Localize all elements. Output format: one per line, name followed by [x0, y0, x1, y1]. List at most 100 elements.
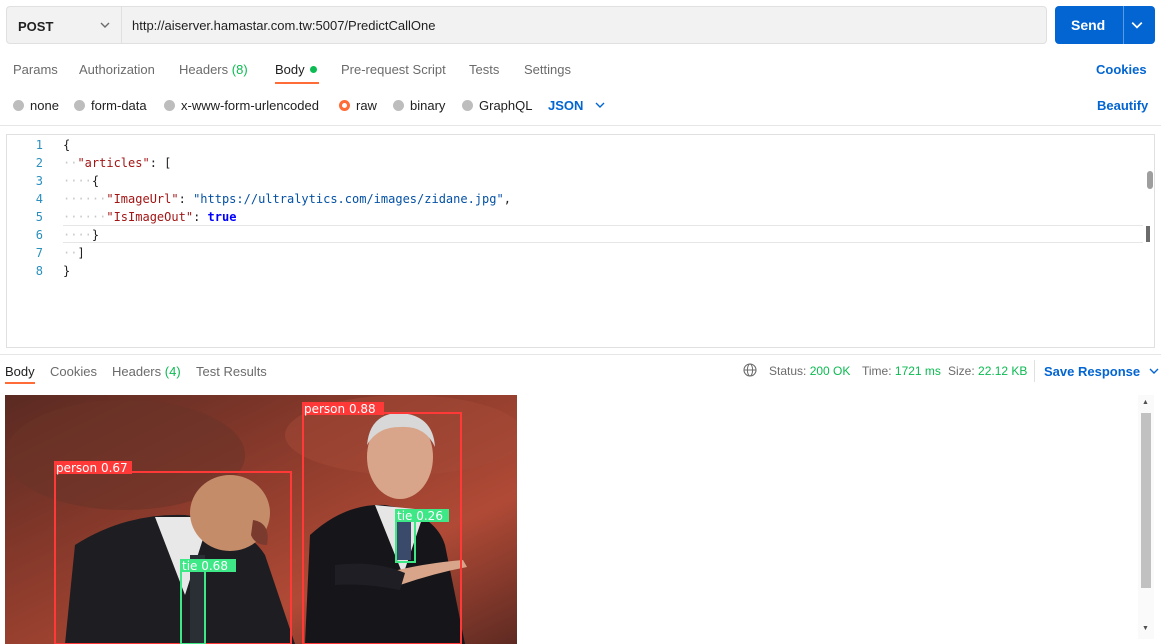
radio-graphql[interactable]: GraphQL: [462, 98, 532, 113]
detection-label-person-2: person 0.67: [56, 461, 128, 475]
line-number: 7: [35, 246, 43, 260]
cookies-link[interactable]: Cookies: [1096, 62, 1147, 77]
headers-count: (8): [231, 62, 248, 77]
code-line-4: ······"ImageUrl": "https://ultralytics.c…: [63, 192, 511, 206]
response-tab-body[interactable]: Body: [5, 364, 35, 379]
tab-params[interactable]: Params: [13, 62, 58, 77]
response-tab-headers[interactable]: Headers (4): [112, 364, 181, 379]
divider: [0, 125, 1161, 126]
brace: }: [63, 264, 71, 278]
time-info: Time: 1721 ms: [862, 364, 941, 378]
response-headers-count: (4): [164, 364, 181, 379]
radio-urlencoded-label: x-www-form-urlencoded: [181, 98, 319, 113]
response-tab-test-results[interactable]: Test Results: [196, 364, 267, 379]
tab-headers-label: Headers: [179, 62, 229, 77]
code-line-1: {: [63, 138, 70, 152]
radio-circle: [462, 100, 473, 111]
radio-raw-label: raw: [356, 98, 377, 113]
line-number: 6: [35, 228, 43, 242]
line-number: 4: [35, 192, 43, 206]
radio-urlencoded[interactable]: x-www-form-urlencoded: [164, 98, 319, 113]
code-line-7: ··]: [63, 246, 85, 260]
line-number: 5: [35, 210, 43, 224]
save-response-button[interactable]: Save Response: [1044, 364, 1159, 379]
json-key: "articles": [77, 156, 150, 170]
chevron-down-icon: [1149, 368, 1159, 374]
beautify-link[interactable]: Beautify: [1097, 98, 1148, 113]
tab-settings[interactable]: Settings: [524, 62, 571, 77]
tab-body-label: Body: [275, 62, 305, 77]
chevron-down-icon: [100, 22, 110, 28]
send-label: Send: [1071, 17, 1106, 33]
send-button[interactable]: Send: [1055, 6, 1155, 44]
status-info: Status: 200 OK: [769, 364, 850, 378]
brace: {: [91, 174, 100, 188]
json-key: "IsImageOut": [106, 210, 194, 224]
radio-circle: [13, 100, 24, 111]
radio-none-label: none: [30, 98, 59, 113]
time-value: 1721 ms: [894, 364, 941, 378]
tab-tests[interactable]: Tests: [469, 62, 499, 77]
chevron-down-icon[interactable]: [1131, 19, 1143, 31]
radio-raw[interactable]: raw: [339, 98, 377, 113]
code-line-5: ······"IsImageOut": true: [63, 210, 237, 224]
json-boolean: true: [207, 210, 237, 224]
tab-body[interactable]: Body: [275, 62, 317, 77]
send-divider: [1123, 6, 1124, 44]
code-editor[interactable]: 1 2 3 4 5 6 7 8 { ··"articles": [ ····{ …: [6, 134, 1155, 348]
punct: ,: [503, 192, 511, 206]
tab-authorization[interactable]: Authorization: [79, 62, 155, 77]
status-label: Status:: [769, 364, 807, 378]
brace: }: [91, 228, 100, 242]
tab-headers[interactable]: Headers (8): [179, 62, 248, 77]
scroll-down-icon[interactable]: ▼: [1142, 625, 1149, 632]
format-label: JSON: [548, 98, 584, 113]
line-number: 2: [35, 156, 43, 170]
radio-circle: [164, 100, 175, 111]
time-label: Time:: [862, 364, 892, 378]
radio-form-data[interactable]: form-data: [74, 98, 147, 113]
response-tab-cookies[interactable]: Cookies: [50, 364, 97, 379]
line-number: 1: [35, 138, 43, 152]
bracket: ]: [77, 246, 85, 260]
punct: :: [178, 192, 194, 206]
detection-image: person 0.88 person 0.67 tie 0.26 tie 0.6…: [5, 395, 517, 644]
format-select[interactable]: JSON: [548, 98, 605, 113]
method-select[interactable]: POST: [6, 6, 121, 44]
radio-binary-label: binary: [410, 98, 446, 113]
radio-none[interactable]: none: [13, 98, 59, 113]
save-response-label: Save Response: [1044, 364, 1141, 379]
editor-scrollbar-thumb[interactable]: [1147, 171, 1153, 189]
response-image: person 0.88 person 0.67 tie 0.26 tie 0.6…: [5, 395, 517, 644]
globe-icon[interactable]: [743, 363, 757, 377]
response-scrollbar[interactable]: ▲ ▼: [1138, 395, 1154, 639]
radio-binary[interactable]: binary: [393, 98, 445, 113]
code-line-3: ····{: [63, 174, 100, 188]
divider: [1034, 360, 1035, 382]
radio-graphql-label: GraphQL: [479, 98, 533, 113]
chevron-down-icon: [595, 102, 605, 108]
body-indicator-dot: [309, 66, 317, 73]
punct: : [: [149, 156, 172, 170]
scroll-up-icon[interactable]: ▲: [1142, 399, 1149, 406]
current-line-highlight: [63, 225, 1143, 243]
body-type-options: none form-data x-www-form-urlencoded raw…: [0, 92, 1161, 116]
radio-circle-selected: [339, 100, 350, 111]
detection-label-tie-2: tie 0.68: [182, 559, 228, 573]
status-value: 200 OK: [809, 364, 851, 378]
punct: :: [193, 210, 208, 224]
line-number: 3: [35, 174, 43, 188]
scrollbar-thumb[interactable]: [1141, 413, 1151, 588]
response-tab-headers-label: Headers: [112, 364, 162, 379]
editor-cursor-marker: [1146, 226, 1150, 242]
tab-prerequest-script[interactable]: Pre-request Script: [341, 62, 446, 77]
code-line-2: ··"articles": [: [63, 156, 172, 170]
response-tab-underline: [5, 382, 35, 384]
detection-label-tie-1: tie 0.26: [397, 509, 443, 523]
url-input[interactable]: http://aiserver.hamastar.com.tw:5007/Pre…: [121, 6, 1047, 44]
radio-circle: [393, 100, 404, 111]
code-line-6: ····}: [63, 228, 100, 242]
code-line-8: }: [63, 264, 70, 278]
divider: [0, 354, 1161, 355]
size-label: Size:: [948, 364, 975, 378]
